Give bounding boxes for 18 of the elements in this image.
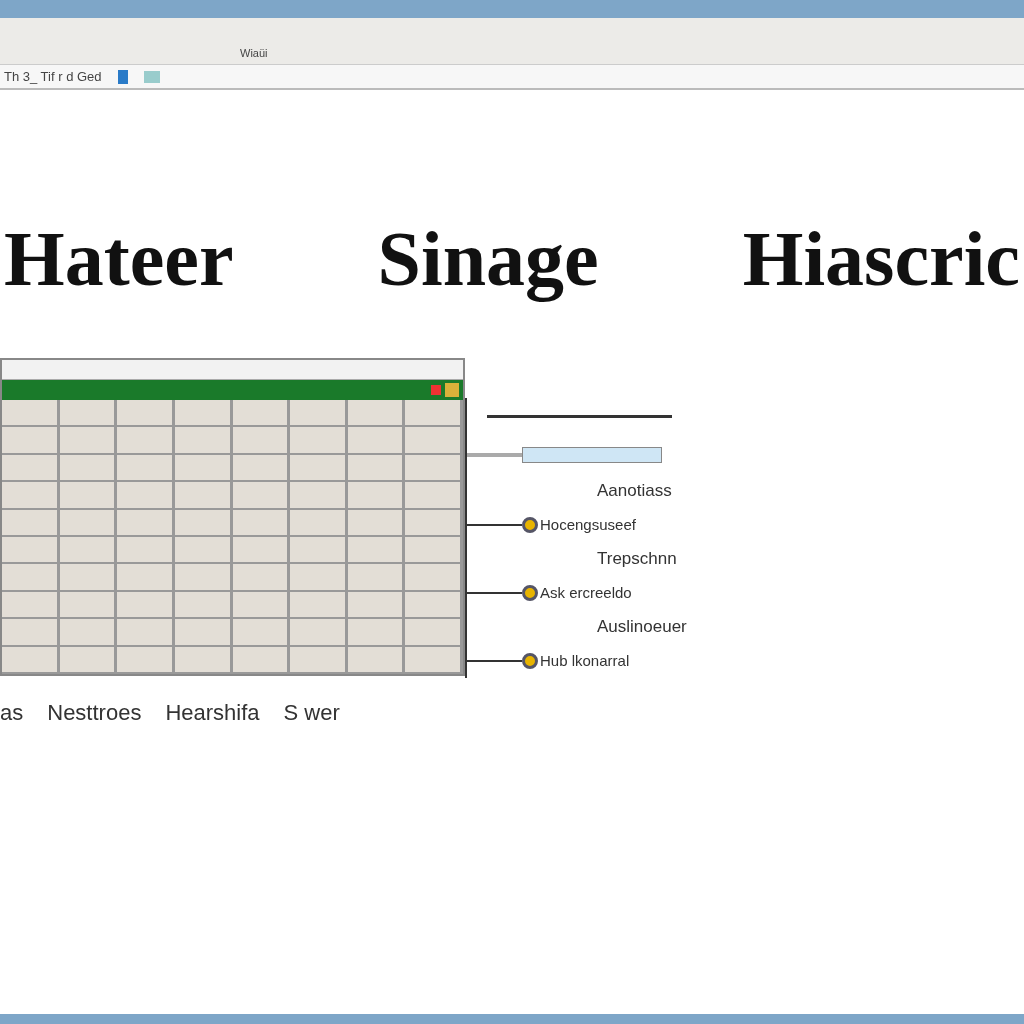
toolbar-icon[interactable] [117, 69, 128, 84]
annotation-label: Aanotiass [597, 479, 672, 502]
annotation-label: Hocengsuseef [540, 514, 636, 535]
annotation-label: Trepschnn [597, 548, 677, 571]
caption-word: as [0, 699, 24, 727]
annotation-label: Auslinoeuer [597, 616, 687, 639]
toolbar-label: Wiaüi [240, 45, 268, 61]
annotation-label: Ask ercreeldo [540, 582, 632, 603]
annotation-label: Hub lkonarral [540, 650, 630, 671]
caption-word: Nesttroes [47, 699, 142, 727]
status-icon [445, 383, 459, 397]
title-word: Hiascric [742, 220, 1020, 298]
toolbar-text: Th 3_ Tif r d Ged [4, 67, 102, 86]
title-word: Hateer [4, 220, 234, 298]
input-field[interactable] [522, 446, 662, 463]
status-icon [431, 385, 441, 395]
caption-word: Hearshifa [165, 699, 260, 727]
caption-word: S wer [283, 699, 340, 727]
